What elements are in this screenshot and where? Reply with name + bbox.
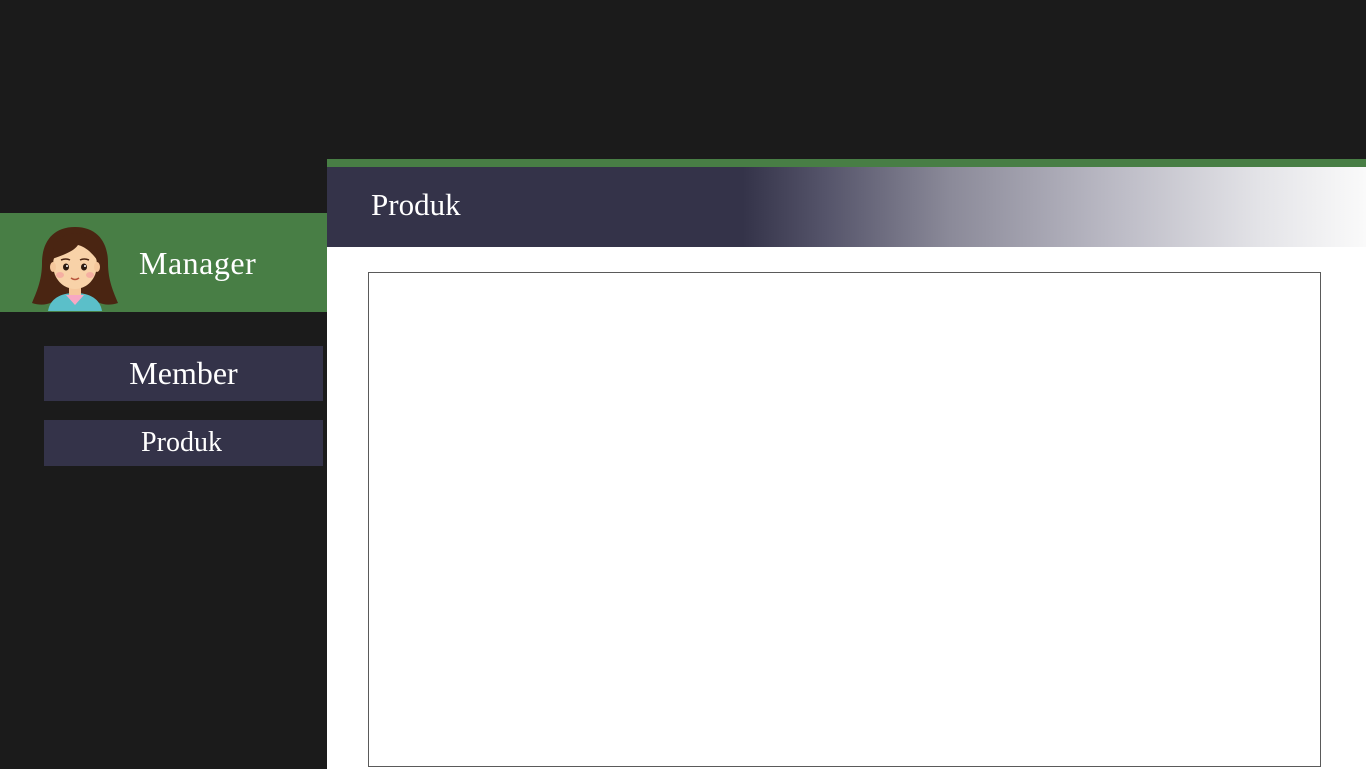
- member-nav-button[interactable]: Member: [44, 346, 323, 401]
- content-area: [368, 272, 1321, 767]
- header-accent-line: [327, 159, 1366, 167]
- user-role-label: Manager: [139, 245, 257, 281]
- main-panel: Produk: [327, 159, 1366, 769]
- produk-nav-button[interactable]: Produk: [44, 420, 323, 466]
- woman-avatar-icon: [32, 227, 118, 311]
- page-header: Produk: [327, 167, 1366, 247]
- app-window: Manager Member Produk Produk: [0, 0, 1366, 769]
- profile-bar: Manager: [0, 213, 327, 312]
- page-title: Produk: [371, 187, 461, 222]
